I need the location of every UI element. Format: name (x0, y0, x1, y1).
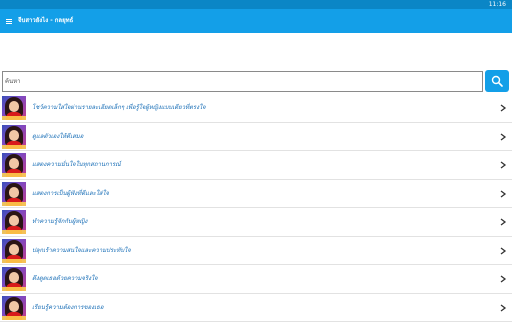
chevron-right-icon (498, 189, 508, 199)
status-bar: 11:16 (0, 0, 512, 9)
list-item[interactable]: โชว์ความใส่ใจผ่านรายละเอียดเล็กๆ เพื่อรู… (0, 94, 512, 123)
list-item-label: ทำความรู้จักกับผู้หญิง (32, 208, 87, 236)
item-thumbnail (2, 210, 26, 234)
list-item-label: แสดงการเป็นผู้ฟังที่ดีและใส่ใจ (32, 180, 109, 208)
item-thumbnail (2, 267, 26, 291)
item-thumbnail (2, 96, 26, 120)
list-item-label: เรียนรู้ความต้องการของเธอ (32, 294, 103, 322)
list-item-label: ดูแลตัวเองให้ดีเสมอ (32, 123, 83, 151)
item-thumbnail (2, 239, 26, 263)
list-item[interactable]: แสดงความมั่นใจในทุกสถานการณ์ (0, 151, 512, 180)
list-item[interactable]: ปลุกเร้าความสนใจและความประทับใจ (0, 237, 512, 266)
item-thumbnail (2, 125, 26, 149)
status-time: 11:16 (489, 0, 506, 9)
item-thumbnail (2, 153, 26, 177)
chevron-right-icon (498, 274, 508, 284)
list-item-label: ปลุกเร้าความสนใจและความประทับใจ (32, 237, 131, 265)
list-item[interactable]: แสดงการเป็นผู้ฟังที่ดีและใส่ใจ (0, 180, 512, 209)
app-bar: จีบสาวยังไง - กลยุทธ์ (0, 9, 512, 33)
article-list: โชว์ความใส่ใจผ่านรายละเอียดเล็กๆ เพื่อรู… (0, 94, 512, 322)
chevron-right-icon (498, 303, 508, 313)
list-item[interactable]: ดึงดูดเธอด้วยความจริงใจ (0, 265, 512, 294)
item-thumbnail (2, 296, 26, 320)
chevron-right-icon (498, 160, 508, 170)
item-thumbnail (2, 182, 26, 206)
chevron-right-icon (498, 132, 508, 142)
list-item[interactable]: เรียนรู้ความต้องการของเธอ (0, 294, 512, 322)
app-title: จีบสาวยังไง - กลยุทธ์ (18, 9, 73, 33)
list-item-label: โชว์ความใส่ใจผ่านรายละเอียดเล็กๆ เพื่อรู… (32, 94, 206, 122)
search-button[interactable] (485, 70, 509, 92)
list-item-label: ดึงดูดเธอด้วยความจริงใจ (32, 265, 98, 293)
chevron-right-icon (498, 217, 508, 227)
list-item-label: แสดงความมั่นใจในทุกสถานการณ์ (32, 151, 121, 179)
list-item[interactable]: ทำความรู้จักกับผู้หญิง (0, 208, 512, 237)
search-icon (491, 75, 503, 87)
search-input[interactable]: ค้นหา (2, 71, 483, 92)
hamburger-menu-icon[interactable] (2, 13, 16, 29)
chevron-right-icon (498, 246, 508, 256)
list-item[interactable]: ดูแลตัวเองให้ดีเสมอ (0, 123, 512, 152)
chevron-right-icon (498, 103, 508, 113)
